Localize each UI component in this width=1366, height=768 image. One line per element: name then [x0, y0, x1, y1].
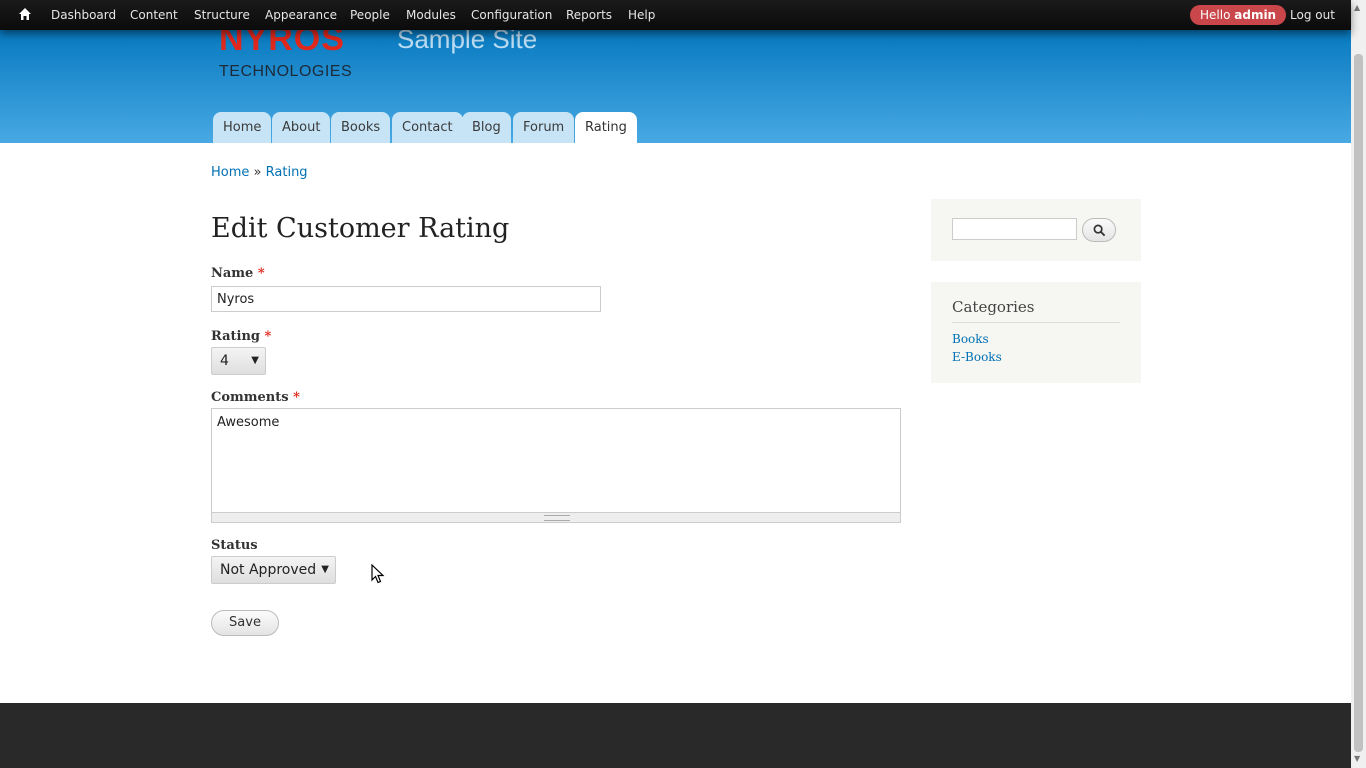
- required-marker: *: [257, 266, 265, 281]
- toolbar-item-modules[interactable]: Modules: [406, 8, 456, 22]
- scrollbar-thumb[interactable]: [1354, 54, 1363, 752]
- textarea-resize-grip[interactable]: [211, 513, 901, 523]
- toolbar-item-dashboard[interactable]: Dashboard: [51, 8, 116, 22]
- status-label-text: Status: [211, 538, 258, 553]
- required-marker: *: [264, 329, 272, 344]
- dropdown-arrow-icon: ▼: [251, 355, 259, 366]
- status-label: Status: [211, 538, 258, 553]
- tab-home[interactable]: Home: [213, 112, 272, 143]
- rating-label: Rating *: [211, 329, 271, 344]
- search-block: [931, 199, 1141, 261]
- tab-books[interactable]: Books: [331, 112, 391, 143]
- site-header: NYROS TECHNOLOGIES Sample Site Home Abou…: [0, 24, 1351, 143]
- categories-block: Categories Books E-Books: [931, 282, 1141, 383]
- name-label: Name *: [211, 266, 265, 281]
- category-link-books[interactable]: Books: [952, 332, 989, 346]
- category-link-e-books[interactable]: E-Books: [952, 350, 1002, 364]
- comments-textarea[interactable]: Awesome: [211, 408, 901, 513]
- toolbar-item-help[interactable]: Help: [628, 8, 655, 22]
- status-select-value: Not Approved: [220, 562, 317, 578]
- scroll-up-arrow-icon[interactable]: ▲: [1354, 3, 1360, 12]
- toolbar-item-reports[interactable]: Reports: [566, 8, 612, 22]
- page-title: Edit Customer Rating: [211, 213, 510, 244]
- search-input[interactable]: [952, 218, 1077, 240]
- toolbar-item-people[interactable]: People: [350, 8, 390, 22]
- toolbar-item-content[interactable]: Content: [130, 8, 178, 22]
- tab-about[interactable]: About: [272, 112, 331, 143]
- tab-contact[interactable]: Contact: [392, 112, 463, 143]
- categories-title: Categories: [952, 298, 1120, 323]
- name-label-text: Name: [211, 266, 254, 281]
- home-icon[interactable]: [18, 7, 32, 21]
- comments-label: Comments *: [211, 390, 300, 405]
- breadcrumb-home[interactable]: Home: [211, 165, 249, 180]
- toolbar-item-structure[interactable]: Structure: [194, 8, 250, 22]
- search-icon: [1093, 224, 1106, 237]
- tab-blog[interactable]: Blog: [462, 112, 511, 143]
- comments-label-text: Comments: [211, 390, 289, 405]
- logout-link[interactable]: Log out: [1290, 8, 1335, 22]
- toolbar-item-appearance[interactable]: Appearance: [265, 8, 337, 22]
- vertical-scrollbar[interactable]: ▲ ▼: [1351, 0, 1366, 768]
- hello-user-badge[interactable]: Hello admin: [1190, 5, 1287, 25]
- logo-subtitle[interactable]: TECHNOLOGIES: [219, 63, 352, 81]
- search-button[interactable]: [1082, 218, 1116, 242]
- rating-select-value: 4: [220, 353, 229, 369]
- admin-toolbar: Dashboard Content Structure Appearance P…: [0, 0, 1351, 30]
- hello-username: admin: [1234, 8, 1277, 22]
- breadcrumb-current[interactable]: Rating: [266, 165, 308, 180]
- grip-lines: [544, 515, 570, 521]
- name-field[interactable]: [211, 286, 601, 312]
- tab-rating[interactable]: Rating: [575, 112, 637, 143]
- required-marker: *: [293, 390, 300, 405]
- hello-prefix: Hello: [1200, 8, 1231, 22]
- scroll-down-arrow-icon[interactable]: ▼: [1354, 754, 1360, 763]
- site-footer: [0, 703, 1351, 768]
- rating-label-text: Rating: [211, 329, 261, 344]
- tab-forum[interactable]: Forum: [513, 112, 575, 143]
- toolbar-item-configuration[interactable]: Configuration: [471, 8, 552, 22]
- breadcrumb-separator: »: [253, 165, 262, 180]
- status-select[interactable]: Not Approved ▼: [211, 556, 336, 584]
- rating-select[interactable]: 4 ▼: [211, 347, 266, 375]
- dropdown-arrow-icon: ▼: [321, 564, 329, 575]
- breadcrumb: Home » Rating: [211, 165, 308, 180]
- save-button[interactable]: Save: [211, 610, 279, 636]
- mouse-cursor-icon: [371, 564, 385, 584]
